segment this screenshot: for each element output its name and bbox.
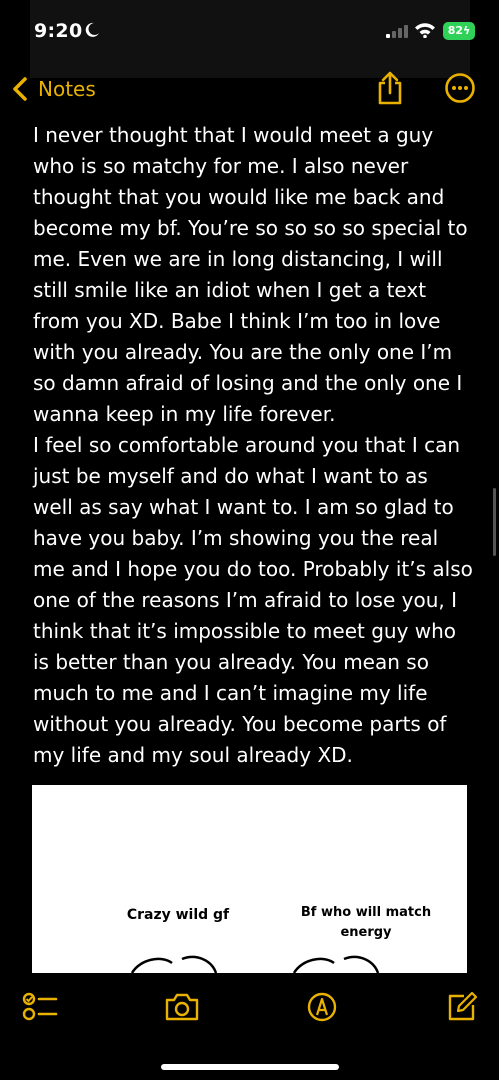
image-attachment[interactable]: Crazy wild gf Bf who will match energy <box>32 785 467 973</box>
navigation-bar: Notes <box>0 66 499 112</box>
battery-level: 82 <box>447 24 464 37</box>
home-indicator[interactable] <box>161 1064 339 1070</box>
markup-icon[interactable] <box>304 991 340 1023</box>
note-body[interactable]: I never thought that I would meet a guy … <box>33 120 473 771</box>
focus-moon-icon <box>85 22 99 37</box>
meme-right-caption: Bf who will match energy <box>300 905 432 940</box>
back-label: Notes <box>38 77 96 101</box>
chevron-left-icon <box>13 77 27 101</box>
checklist-icon[interactable] <box>22 991 58 1023</box>
camera-icon[interactable] <box>164 991 200 1023</box>
compose-icon[interactable] <box>444 991 480 1023</box>
share-icon[interactable] <box>374 70 406 106</box>
status-time: 9:20 <box>34 20 83 42</box>
meme-figures-drawing <box>130 955 380 973</box>
wifi-icon <box>415 23 435 38</box>
note-paragraph: I feel so comfortable around you that I … <box>33 433 473 767</box>
battery-indicator: 82ϟ <box>443 22 475 40</box>
meme-left-caption: Crazy wild gf <box>126 907 230 923</box>
status-bar: 9:20 82ϟ <box>0 0 499 62</box>
charging-bolt-icon: ϟ <box>463 24 471 37</box>
cellular-signal-icon <box>386 25 408 38</box>
more-icon[interactable] <box>444 72 476 104</box>
back-button[interactable]: Notes <box>10 74 96 104</box>
scroll-indicator[interactable] <box>493 488 496 556</box>
note-paragraph: I never thought that I would meet a guy … <box>33 123 468 426</box>
